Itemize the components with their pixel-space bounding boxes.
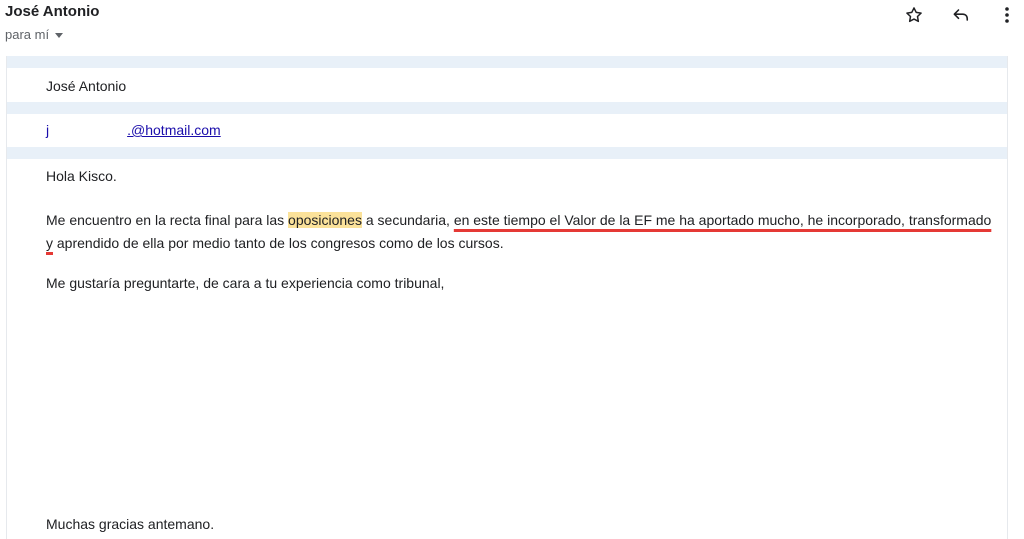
paragraph-1: Me encuentro en la recta final para las … [46, 209, 1001, 255]
star-button[interactable] [903, 4, 925, 26]
recipient-label: para mí [5, 27, 50, 42]
para1-end: aprendido de ella por medio tanto de los… [53, 235, 504, 251]
email-header: José Antonio para mí [0, 0, 1024, 56]
more-options-button[interactable] [996, 4, 1018, 26]
reply-icon [953, 9, 969, 21]
separator [7, 102, 1007, 114]
separator [7, 147, 1007, 159]
email-suffix: .@hotmail.com [127, 122, 221, 138]
para1-mid: a secundaria, [361, 212, 454, 228]
more-vert-icon [1005, 7, 1009, 23]
email-address-link[interactable]: j .@hotmail.com [46, 122, 221, 138]
star-icon [906, 7, 922, 23]
greeting: Hola Kisco. [46, 168, 117, 184]
email-prefix: j [46, 122, 50, 138]
reply-button[interactable] [950, 4, 972, 26]
from-name: José Antonio [46, 78, 127, 94]
para1-start: Me encuentro en la recta final para las [46, 212, 289, 228]
caret-down-icon [55, 33, 64, 38]
cut-off-text: . . , , . . , [197, 479, 261, 485]
closing: Muchas gracias antemano. [46, 516, 215, 532]
email-body: José Antonio j .@hotmail.com Hola Kisco. … [6, 56, 1008, 539]
separator [7, 56, 1007, 68]
highlighted-word: oposiciones [288, 212, 362, 228]
recipient-dropdown[interactable]: para mí [5, 27, 64, 42]
sender-name: José Antonio [5, 3, 100, 20]
paragraph-2: Me gustaría preguntarte, de cara a tu ex… [46, 275, 445, 291]
